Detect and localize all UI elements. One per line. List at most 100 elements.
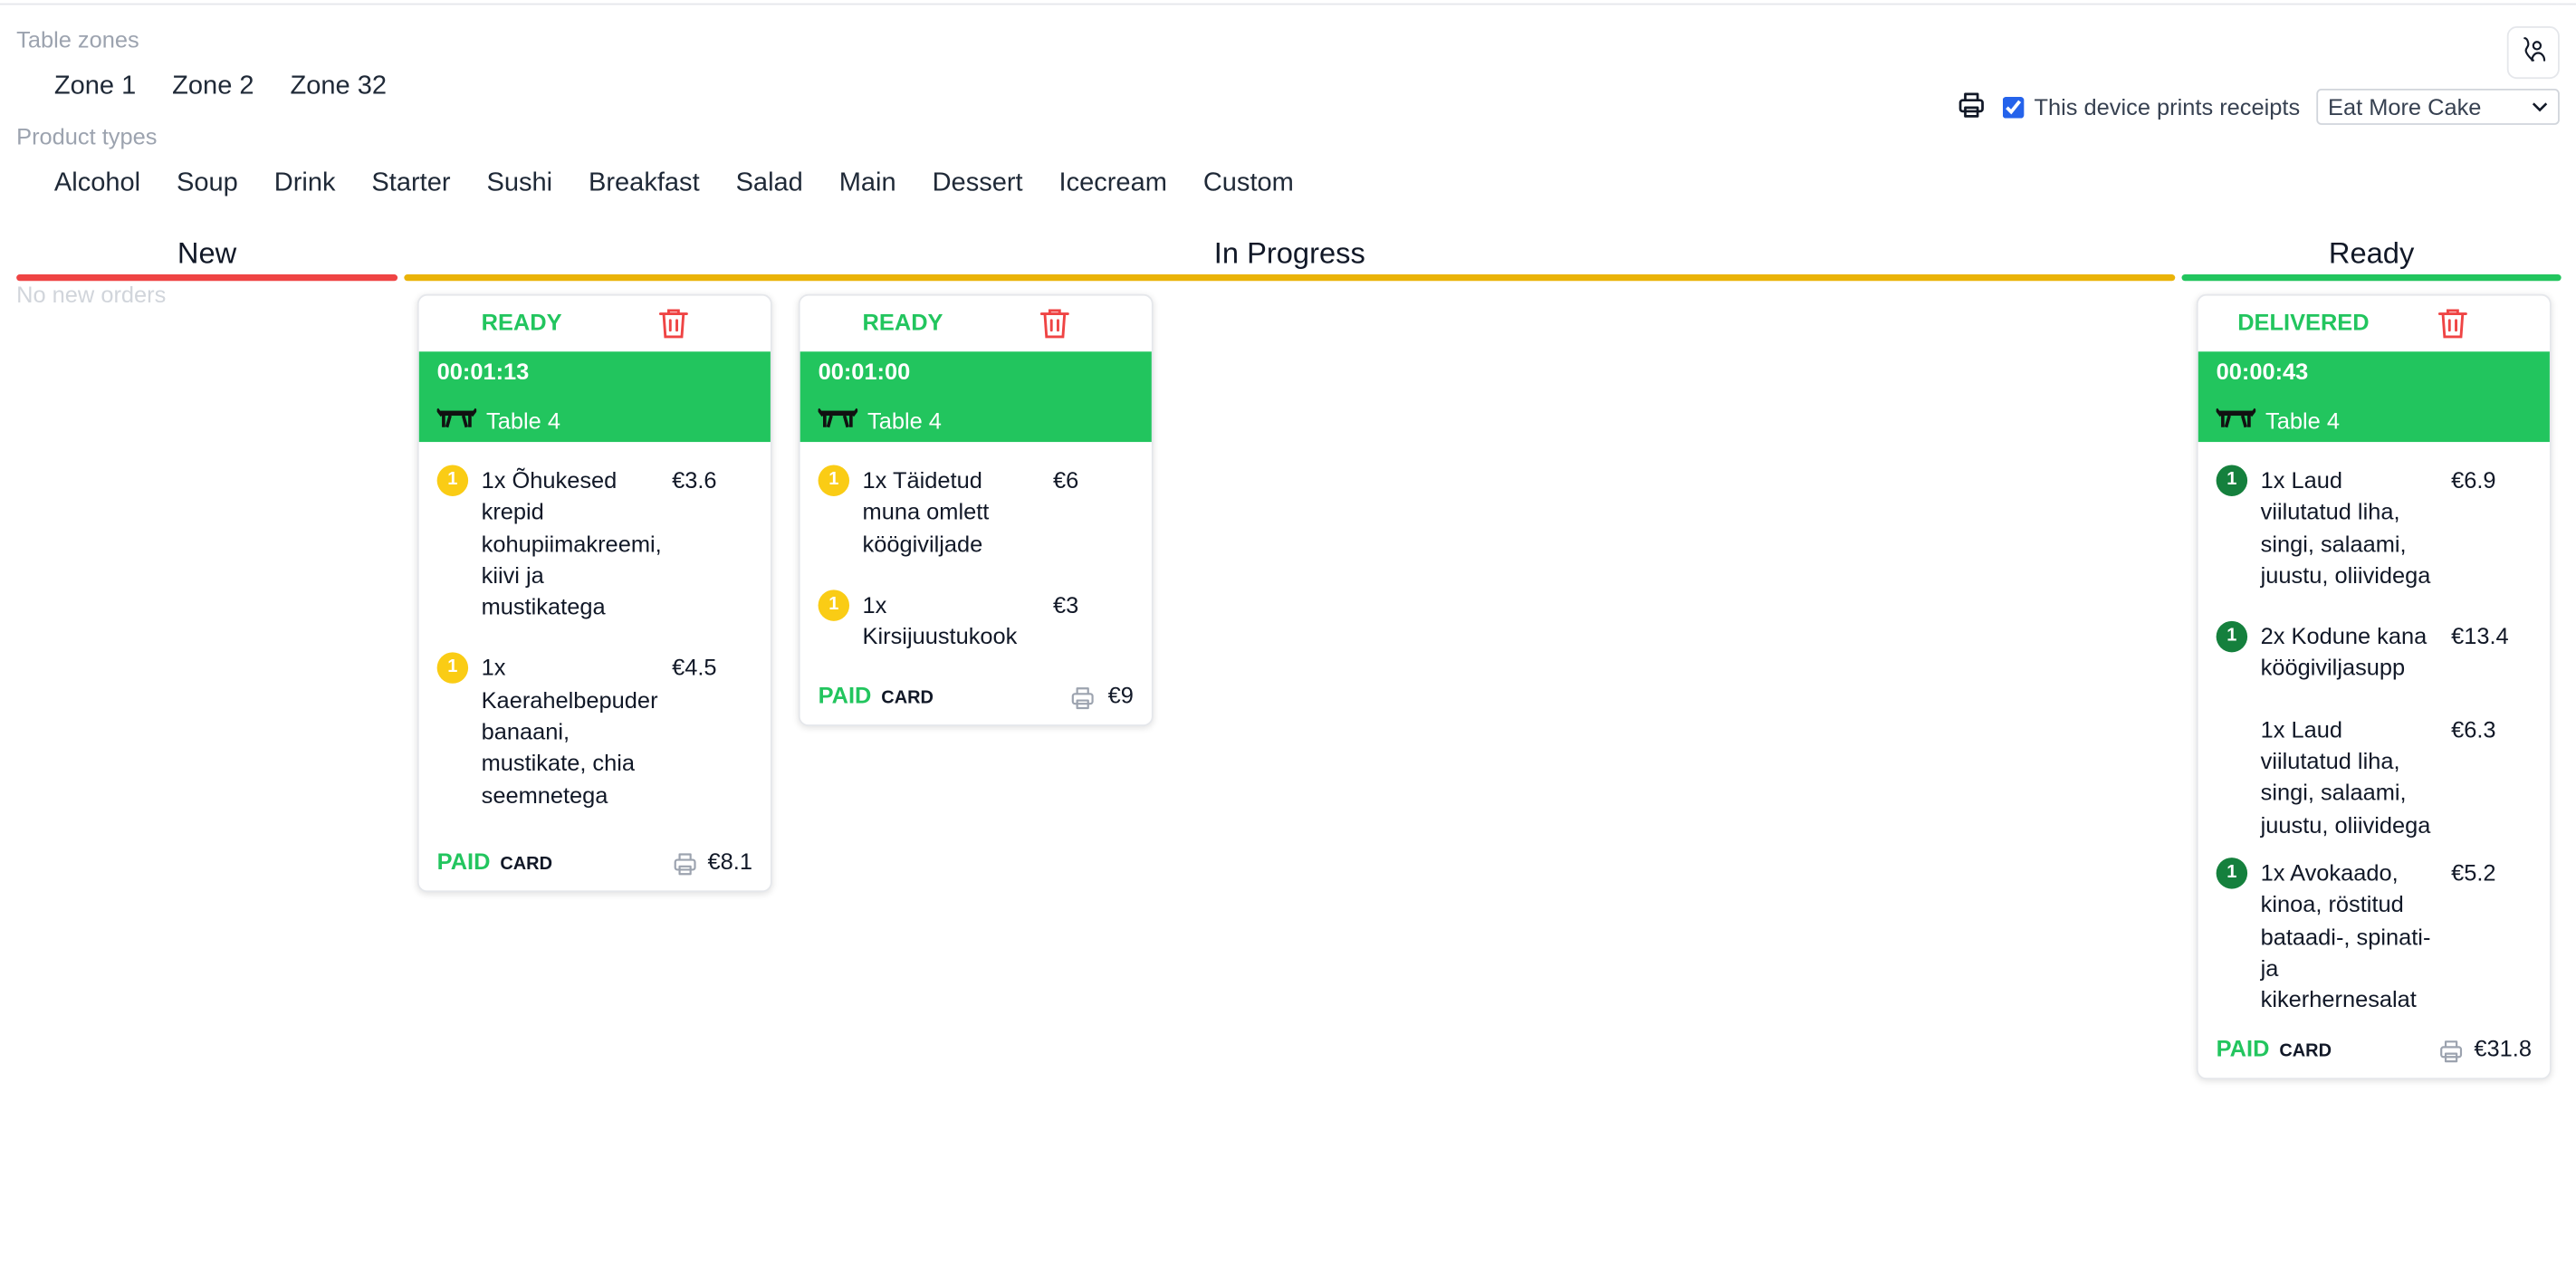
quantity-badge: 1 [2216, 858, 2248, 889]
zone-chip[interactable]: Zone 1 [36, 72, 154, 102]
table-name: Table 4 [867, 407, 942, 434]
printer-settings-bar: This device prints receipts Eat More Cak… [1957, 88, 2560, 125]
order-card[interactable]: DELIVERED 00:00:43 Table 4 1 1x Laud vii… [2196, 293, 2552, 1080]
table-name: Table 4 [2265, 407, 2340, 434]
prints-receipts-label: This device prints receipts [2034, 93, 2301, 120]
order-item: 1 1x Kirsijuustukook €3 [818, 589, 1134, 653]
column-bar-ready [2181, 274, 2562, 282]
paid-label: PAID [436, 848, 491, 875]
print-receipt-icon[interactable] [1069, 685, 1096, 720]
quantity-badge: 1 [2216, 465, 2248, 496]
item-price: €3.6 [672, 466, 717, 494]
order-timer: 00:01:00 [818, 358, 911, 385]
column-bar-in-progress [404, 274, 2176, 282]
paid-label: PAID [818, 682, 872, 709]
quantity-badge: 1 [436, 465, 469, 496]
order-timer: 00:00:43 [2216, 358, 2309, 385]
person-bell-icon [2518, 34, 2548, 72]
quantity-badge [2217, 714, 2247, 745]
table-icon [817, 406, 859, 434]
order-status[interactable]: DELIVERED [2237, 309, 2369, 335]
item-price: €6.3 [2451, 715, 2496, 743]
item-price: €4.5 [672, 655, 717, 682]
column-title-in-progress: In Progress [1213, 236, 1365, 270]
item-price: €3 [1053, 590, 1079, 618]
product-type-chip[interactable]: Icecream [1041, 169, 1185, 199]
product-type-chip[interactable]: Salad [718, 169, 821, 199]
order-card[interactable]: READY 00:01:00 Table 4 1 1x Täidetud mun… [798, 293, 1154, 727]
order-header: 00:00:43 Table 4 [2198, 351, 2550, 443]
chevron-down-icon [2532, 93, 2548, 120]
zone-filter-row: Zone 1 Zone 2 Zone 32 [36, 72, 405, 102]
payment-status: PAID CARD [437, 848, 552, 874]
item-price: €13.4 [2451, 622, 2509, 650]
product-type-chip[interactable]: Dessert [915, 169, 1041, 199]
order-item: 1 2x Kodune kana köögiviljasupp €13.4 [2216, 621, 2532, 685]
table-name: Table 4 [486, 407, 560, 434]
top-divider [0, 3, 2576, 5]
payment-method: CARD [500, 854, 553, 875]
order-item: 1 1x Avokaado, kinoa, röstitud bataadi-,… [2216, 858, 2532, 1016]
print-receipt-icon[interactable] [672, 851, 698, 886]
printer-icon [1957, 90, 1987, 124]
order-status[interactable]: READY [863, 309, 943, 335]
product-type-chip[interactable]: Sushi [469, 169, 571, 199]
order-item: 1 1x Täidetud muna omlett köögiviljade €… [818, 465, 1134, 560]
trash-icon[interactable] [658, 307, 689, 348]
column-bar-new [16, 274, 398, 282]
printer-select-value: Eat More Cake [2328, 93, 2482, 120]
payment-method: CARD [2279, 1042, 2332, 1062]
order-card[interactable]: READY 00:01:13 Table 4 1 1x Õhukesed kre… [417, 293, 772, 893]
product-type-chip[interactable]: Breakfast [570, 169, 718, 199]
trash-icon[interactable] [2437, 307, 2468, 348]
quantity-badge: 1 [818, 589, 850, 621]
printer-select[interactable]: Eat More Cake [2316, 88, 2560, 125]
column-title-new: New [177, 236, 237, 270]
product-type-chip[interactable]: Main [821, 169, 915, 199]
zone-chip[interactable]: Zone 32 [273, 72, 405, 102]
empty-new-orders: No new orders [16, 281, 167, 308]
waiter-call-button[interactable] [2506, 26, 2560, 80]
order-total: €31.8 [2474, 1035, 2532, 1062]
table-icon [436, 406, 478, 434]
quantity-badge: 1 [818, 465, 850, 496]
order-item: 1 1x Õhukesed krepid kohupiimakreemi, ki… [436, 465, 752, 623]
item-name: 1x Täidetud muna omlett köögiviljade [862, 466, 990, 557]
product-type-chip[interactable]: Drink [256, 169, 354, 199]
product-type-filter-row: Alcohol Soup Drink Starter Sushi Breakfa… [36, 169, 1312, 199]
kitchen-display: Table zones Zone 1 Zone 2 Zone 32 Produc… [0, 0, 2576, 1265]
order-status[interactable]: READY [482, 309, 562, 335]
product-type-chip[interactable]: Starter [353, 169, 468, 199]
item-name: 1x Avokaado, kinoa, röstitud bataadi-, s… [2260, 858, 2431, 1012]
quantity-badge: 1 [436, 653, 469, 685]
item-name: 2x Kodune kana köögiviljasupp [2260, 622, 2428, 682]
order-total: €9 [1107, 682, 1134, 709]
order-total: €8.1 [707, 848, 752, 875]
order-timer: 00:01:13 [436, 358, 530, 385]
item-name: 1x Kirsijuustukook [862, 590, 1018, 650]
item-name: 1x Laud viilutatud liha, singi, salaami,… [2260, 466, 2431, 589]
table-icon [2215, 406, 2257, 434]
payment-method: CARD [881, 689, 934, 709]
product-type-chip[interactable]: Custom [1185, 169, 1312, 199]
order-header: 00:01:00 Table 4 [800, 351, 1152, 443]
item-price: €5.2 [2451, 858, 2496, 886]
item-name: 1x Õhukesed krepid kohupiimakreemi, kiiv… [481, 466, 662, 620]
item-name: 1x Kaerahelbepuder banaani, mustikate, c… [481, 655, 658, 809]
trash-icon[interactable] [1039, 307, 1070, 348]
zone-chip[interactable]: Zone 2 [154, 72, 272, 102]
product-type-chip[interactable]: Alcohol [36, 169, 158, 199]
product-type-chip[interactable]: Soup [158, 169, 256, 199]
order-item: 1 1x Laud viilutatud liha, singi, salaam… [2216, 465, 2532, 591]
prints-receipts-checkbox[interactable] [2003, 96, 2025, 118]
item-price: €6 [1053, 466, 1079, 494]
paid-label: PAID [2216, 1035, 2270, 1062]
payment-status: PAID CARD [2217, 1036, 2332, 1062]
print-receipt-icon[interactable] [2438, 1040, 2465, 1074]
order-item: 1x Laud viilutatud liha, singi, salaami,… [2217, 714, 2532, 841]
product-types-label: Product types [16, 123, 158, 150]
order-header: 00:01:13 Table 4 [418, 351, 771, 443]
column-title-ready: Ready [2328, 236, 2415, 270]
zones-label: Table zones [16, 26, 139, 53]
payment-status: PAID CARD [819, 683, 934, 709]
